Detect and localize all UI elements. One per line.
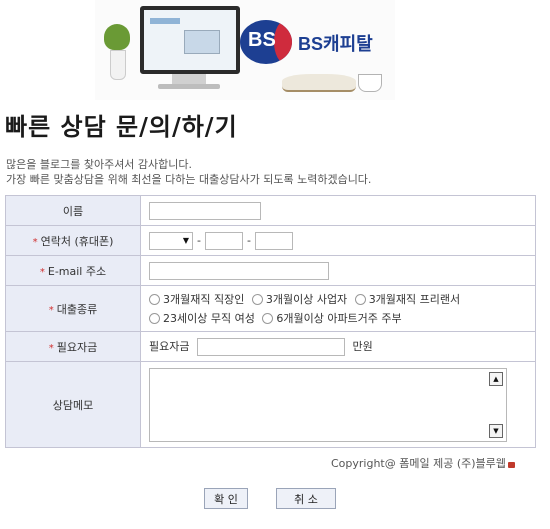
intro-text-line1: 많은을 블로그를 찾아주셔서 감사합니다. <box>6 158 193 171</box>
email-input[interactable] <box>149 261 329 280</box>
amount-unit: 만원 <box>352 339 373 353</box>
email-value-cell <box>140 255 536 286</box>
phone-label-cell: * 연락처 (휴대폰) <box>5 225 141 256</box>
scroll-down-icon[interactable]: ▼ <box>489 423 503 438</box>
loan-option-5[interactable]: 6개월이상 아파트거주 주부 <box>262 312 402 325</box>
scroll-up-icon[interactable]: ▲ <box>489 371 503 386</box>
logo-mark-text: BS <box>248 29 276 51</box>
phone-dash-2: - <box>246 233 251 247</box>
amount-label-cell: * 필요자금 <box>5 331 141 362</box>
loan-type-label-cell: * 대출종류 <box>5 285 141 332</box>
cancel-button[interactable]: 취 소 <box>276 488 336 509</box>
intro-text-line2: 가장 빠른 맞춤상담을 위해 최선을 다하는 대출상담사가 되도록 노력하겠습니… <box>6 173 372 186</box>
monitor-image <box>140 6 240 74</box>
loan-option-3[interactable]: 3개월재직 프리랜서 <box>354 293 460 306</box>
monitor-screen-box <box>184 30 220 54</box>
phone-last-input[interactable] <box>254 231 293 250</box>
loan-option-2[interactable]: 3개월이상 사업자 <box>251 293 347 306</box>
book-image <box>282 74 356 92</box>
required-mark: * <box>39 266 45 278</box>
coffee-cup-image <box>358 74 382 92</box>
copyright-label: Copyright@ 폼메일 제공 (주)블루웹 <box>331 457 506 470</box>
phone-label: 연락처 (휴대폰) <box>40 234 114 248</box>
loan-type-value-cell: 3개월재직 직장인 3개월이상 사업자 3개월재직 프리랜서 23세이상 무직 … <box>140 285 536 332</box>
amount-prefix: 필요자금 <box>149 339 190 353</box>
form-row-email: * E-mail 주소 <box>5 255 536 286</box>
phone-dash-1: - <box>197 233 201 247</box>
form-row-memo: 상담메모 ▲ ▼ <box>5 361 536 448</box>
memo-textarea[interactable]: ▲ ▼ <box>149 367 507 442</box>
plant-pot-image <box>110 50 126 80</box>
required-mark: * <box>48 304 54 316</box>
amount-label: 필요자금 <box>56 340 98 354</box>
required-mark: * <box>32 236 38 248</box>
radio-button[interactable] <box>262 313 274 324</box>
bs-logo-mark: BS <box>240 20 292 64</box>
form-row-loan-type: * 대출종류 3개월재직 직장인 3개월이상 사업자 3개월재직 프리랜서 23세… <box>5 285 536 332</box>
email-label: E-mail 주소 <box>47 264 107 278</box>
name-label: 이름 <box>62 204 84 218</box>
logo-red-accent <box>274 20 292 64</box>
monitor-screen-bar <box>150 18 180 24</box>
loan-option-4[interactable]: 23세이상 무직 여성 <box>149 312 255 325</box>
brand-name: BS캐피탈 <box>298 34 373 54</box>
loan-option-1[interactable]: 3개월재직 직장인 <box>149 293 244 306</box>
memo-label: 상담메모 <box>52 398 94 412</box>
amount-value-cell: 필요자금 만원 <box>140 331 536 362</box>
radio-button[interactable] <box>354 294 366 305</box>
memo-label-cell: 상담메모 <box>5 361 141 448</box>
radio-button[interactable] <box>149 313 160 324</box>
name-label-cell: 이름 <box>5 195 141 226</box>
email-label-cell: * E-mail 주소 <box>5 255 141 286</box>
memo-value-cell: ▲ ▼ <box>140 361 536 448</box>
form-row-amount: * 필요자금 필요자금 만원 <box>5 331 536 362</box>
chevron-down-icon: ▼ <box>182 235 189 245</box>
loan-type-label: 대출종류 <box>56 302 98 316</box>
monitor-stand <box>172 74 206 84</box>
radio-button[interactable] <box>149 294 160 305</box>
amount-input[interactable] <box>196 337 345 356</box>
confirm-button[interactable]: 확 인 <box>204 488 248 509</box>
form-row-name: 이름 <box>5 195 536 226</box>
lock-icon <box>507 462 515 468</box>
copyright-text: Copyright@ 폼메일 제공 (주)블루웹 <box>331 455 515 471</box>
monitor-base <box>158 84 220 89</box>
page-title: 빠른 상담 문/의/하/기 <box>5 112 238 141</box>
phone-prefix-select[interactable]: ▼ <box>149 231 193 250</box>
plant-image <box>104 24 130 50</box>
inquiry-form: 이름 * 연락처 (휴대폰) ▼ - - * E-mail 주소 * 대출종류 3개월재직… <box>5 195 536 448</box>
name-value-cell <box>140 195 536 226</box>
phone-value-cell: ▼ - - <box>140 225 536 256</box>
name-input[interactable] <box>149 201 261 220</box>
phone-middle-input[interactable] <box>204 231 243 250</box>
radio-button[interactable] <box>251 294 263 305</box>
form-row-phone: * 연락처 (휴대폰) ▼ - - <box>5 225 536 256</box>
required-mark: * <box>48 342 54 354</box>
